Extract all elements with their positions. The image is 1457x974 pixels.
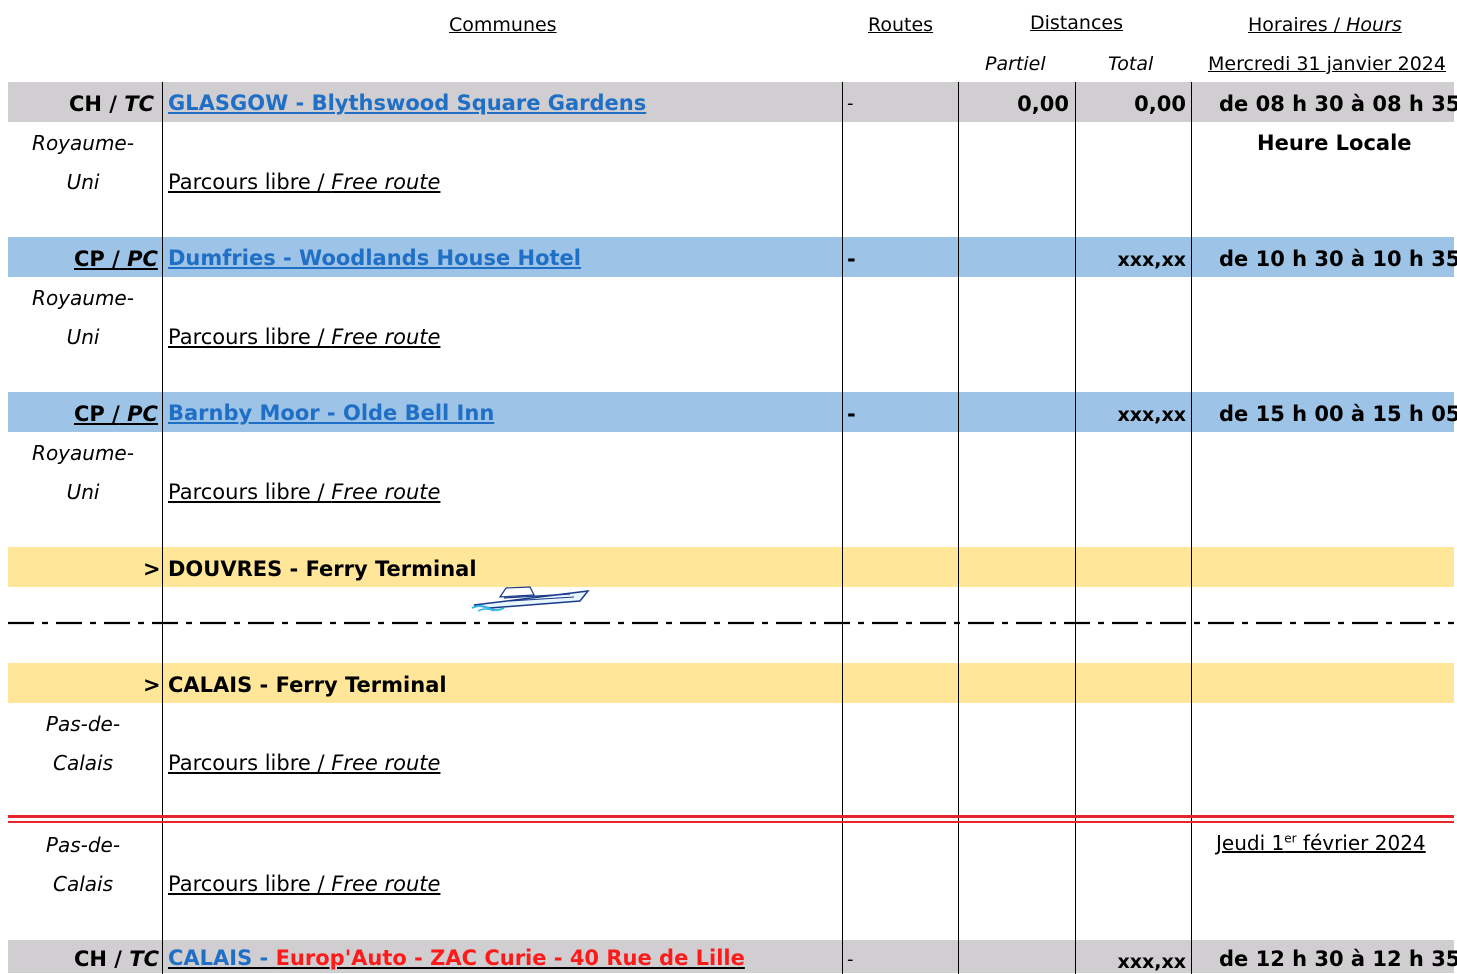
row1-place-link[interactable]: GLASGOW - Blythswood Square Gardens [168,91,646,115]
segment3-route-fr: Parcours libre / [168,480,325,504]
date2-sup: er [1284,831,1297,846]
grid-line-routes [842,82,843,974]
row6-total: xxx,xx [1117,951,1187,973]
row6-place-link[interactable]: CALAIS - Europ'Auto - ZAC Curie - 40 Rue… [168,946,745,970]
row3-code-en: PC [127,402,158,426]
segment3-country-line1: Royaume- [32,441,134,465]
header-hours-label: Hours [1346,14,1402,36]
header-total: Total [1108,53,1154,75]
segment1-route-en: Free route [331,170,441,194]
header-horaires: Horaires / Hours [1248,14,1402,36]
row4-place: DOUVRES - Ferry Terminal [168,557,477,581]
segment1-route-fr: Parcours libre / [168,170,325,194]
row3-total: xxx,xx [1117,404,1187,426]
row1-time: de 08 h 30 à 08 h 35 [1219,92,1457,116]
segment3-route-en: Free route [331,480,441,504]
header-horaires-label: Horaires / [1248,14,1341,36]
segment5-route-fr: Parcours libre / [168,751,325,775]
segment6-country-line2: Calais [52,872,113,896]
segment6-route-fr: Parcours libre / [168,872,325,896]
row2-code-fr: CP / [74,247,120,271]
segment5-country-line2: Calais [52,751,113,775]
date2-prefix: Jeudi 1 [1216,831,1285,855]
segment6-route-en: Free route [331,872,441,896]
row2-route: - [847,247,856,271]
date2-suffix: février 2024 [1296,831,1426,855]
segment1-country-line1: Royaume- [32,131,134,155]
row2-code: CP / PC [74,247,158,271]
grid-line-partiel [958,82,959,974]
row1-partiel: 0,00 [1017,92,1069,116]
grid-line-total [1075,82,1076,974]
segment6-country-line1: Pas-de- [45,833,121,857]
row3-time: de 15 h 00 à 15 h 05 [1219,402,1457,426]
ferry-boat-icon [470,583,594,617]
row3-code-fr: CP / [74,402,120,426]
row6-place-address: Europ'Auto - ZAC Curie - 40 Rue de Lille [275,946,745,970]
segment2-route-en: Free route [331,325,441,349]
segment6-route: Parcours libre / Free route [168,872,440,896]
grid-line-horaires [1191,82,1192,974]
row2-place-link[interactable]: Dumfries - Woodlands House Hotel [168,246,581,270]
date-day-1: Mercredi 31 janvier 2024 [1208,53,1446,75]
header-distances: Distances [1030,12,1123,34]
row6-place-city: CALAIS - [168,946,276,970]
row1-code: CH / TC [69,92,154,116]
row3-place-link[interactable]: Barnby Moor - Olde Bell Inn [168,401,494,425]
header-partiel: Partiel [985,53,1046,75]
row2-total: xxx,xx [1117,249,1187,271]
row1-code-en: TC [124,92,154,116]
row2-code-en: PC [127,247,158,271]
date-day-2: Jeudi 1er février 2024 [1216,831,1426,855]
row6-code-fr: CH / [74,947,122,971]
segment2-route: Parcours libre / Free route [168,325,440,349]
row1-route: - [847,93,854,114]
segment3-country-line2: Uni [66,480,100,504]
row6-code-en: TC [129,947,160,971]
segment2-route-fr: Parcours libre / [168,325,325,349]
segment1-country-line2: Uni [66,170,100,194]
segment5-route-en: Free route [331,751,441,775]
segment2-country-line2: Uni [66,325,100,349]
grid-line-communes [162,82,163,974]
segment5-route: Parcours libre / Free route [168,751,440,775]
channel-crossing-line [8,621,1454,625]
row4-marker: > [143,557,161,581]
row1-code-fr: CH / [68,92,117,116]
segment3-route: Parcours libre / Free route [168,480,440,504]
row6-route: - [847,949,854,970]
row2-time: de 10 h 30 à 10 h 35 [1219,247,1457,271]
row5-place: CALAIS - Ferry Terminal [168,673,447,697]
day-separator-top [8,815,1454,818]
segment1-route: Parcours libre / Free route [168,170,440,194]
row3-code: CP / PC [74,402,158,426]
row1-total: 0,00 [1134,92,1186,116]
header-routes: Routes [868,14,934,36]
row6-code: CH / TC [74,947,159,971]
header-communes: Communes [449,14,557,36]
segment2-country-line1: Royaume- [32,286,134,310]
row6-time: de 12 h 30 à 12 h 35 [1219,947,1457,971]
segment5-country-line1: Pas-de- [45,712,121,736]
local-time-note: Heure Locale [1257,131,1412,155]
day-separator-bottom [8,821,1454,823]
row5-marker: > [143,673,161,697]
row3-route: - [847,402,856,426]
